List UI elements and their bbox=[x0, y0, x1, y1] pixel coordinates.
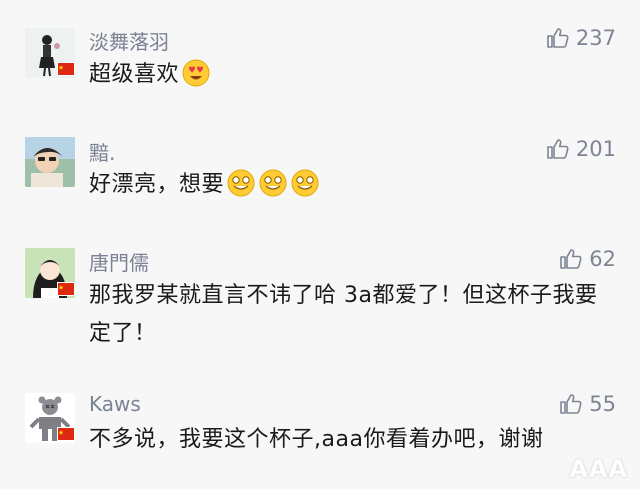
comment-text: 不多说，我要这个杯子,aaa你看着办吧，谢谢 bbox=[89, 427, 544, 452]
grin-emoji-icon bbox=[290, 168, 320, 198]
thumbs-up-icon bbox=[560, 249, 582, 269]
commenter-name[interactable]: 淡舞落羽 bbox=[89, 26, 169, 55]
thumbs-up-icon bbox=[560, 394, 582, 414]
like-button[interactable]: 201 bbox=[546, 137, 616, 161]
like-button[interactable]: 62 bbox=[559, 247, 616, 271]
avatar[interactable] bbox=[25, 137, 75, 187]
thumbs-up-icon bbox=[547, 139, 569, 159]
comment-text: 那我罗某就直言不讳了哈 3a都爱了！但这杯子我要定了！ bbox=[89, 283, 598, 346]
china-flag-icon bbox=[57, 282, 75, 296]
thumbs-up-icon bbox=[547, 28, 569, 48]
like-count: 55 bbox=[589, 392, 616, 416]
comment-text: 超级喜欢 bbox=[89, 56, 609, 94]
heart-eyes-emoji-icon bbox=[181, 58, 211, 88]
commenter-name[interactable]: 黯. bbox=[89, 137, 115, 166]
like-button[interactable]: 237 bbox=[546, 26, 616, 50]
china-flag-icon bbox=[57, 427, 75, 441]
like-button[interactable]: 55 bbox=[559, 392, 616, 416]
commenter-name[interactable]: Kaws bbox=[89, 392, 141, 416]
comment-text-content: 好漂亮，想要 bbox=[89, 172, 225, 197]
grin-emoji-icon bbox=[226, 168, 256, 198]
like-count: 237 bbox=[575, 26, 616, 50]
like-count: 62 bbox=[589, 247, 616, 271]
comment-text-content: 超级喜欢 bbox=[89, 62, 180, 87]
china-flag-icon bbox=[57, 62, 75, 76]
watermark-logo: AAA bbox=[569, 455, 628, 483]
comment-text: 好漂亮，想要 bbox=[89, 166, 609, 204]
grin-emoji-icon bbox=[258, 168, 288, 198]
commenter-name[interactable]: 唐門儒 bbox=[89, 247, 149, 276]
like-count: 201 bbox=[575, 137, 616, 161]
